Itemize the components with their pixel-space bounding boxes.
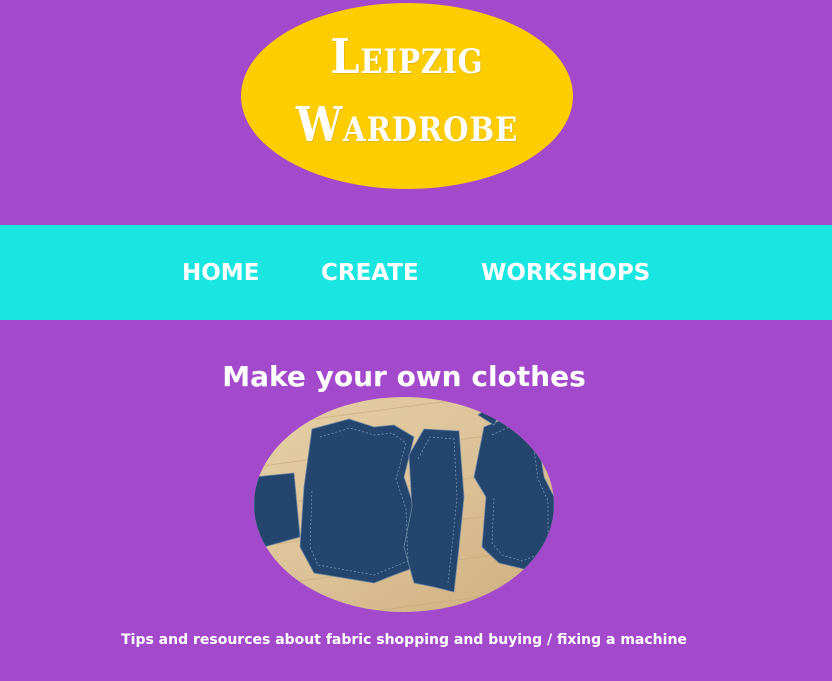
main-nav: HOME CREATE WORKSHOPS [0, 225, 832, 320]
page: Leipzig Wardrobe HOME CREATE WORKSHOPS M… [0, 0, 832, 681]
page-caption: Tips and resources about fabric shopping… [121, 632, 687, 648]
nav-item-home[interactable]: HOME [182, 258, 259, 288]
page-heading: Make your own clothes [222, 359, 586, 393]
nav-item-workshops[interactable]: WORKSHOPS [481, 258, 650, 288]
logo-line-2: Wardrobe [295, 97, 519, 153]
logo-line-1: Leipzig [330, 29, 484, 85]
fabric-pieces-photo [254, 397, 554, 612]
nav-item-create[interactable]: CREATE [321, 258, 419, 288]
site-logo[interactable]: Leipzig Wardrobe [241, 3, 573, 189]
